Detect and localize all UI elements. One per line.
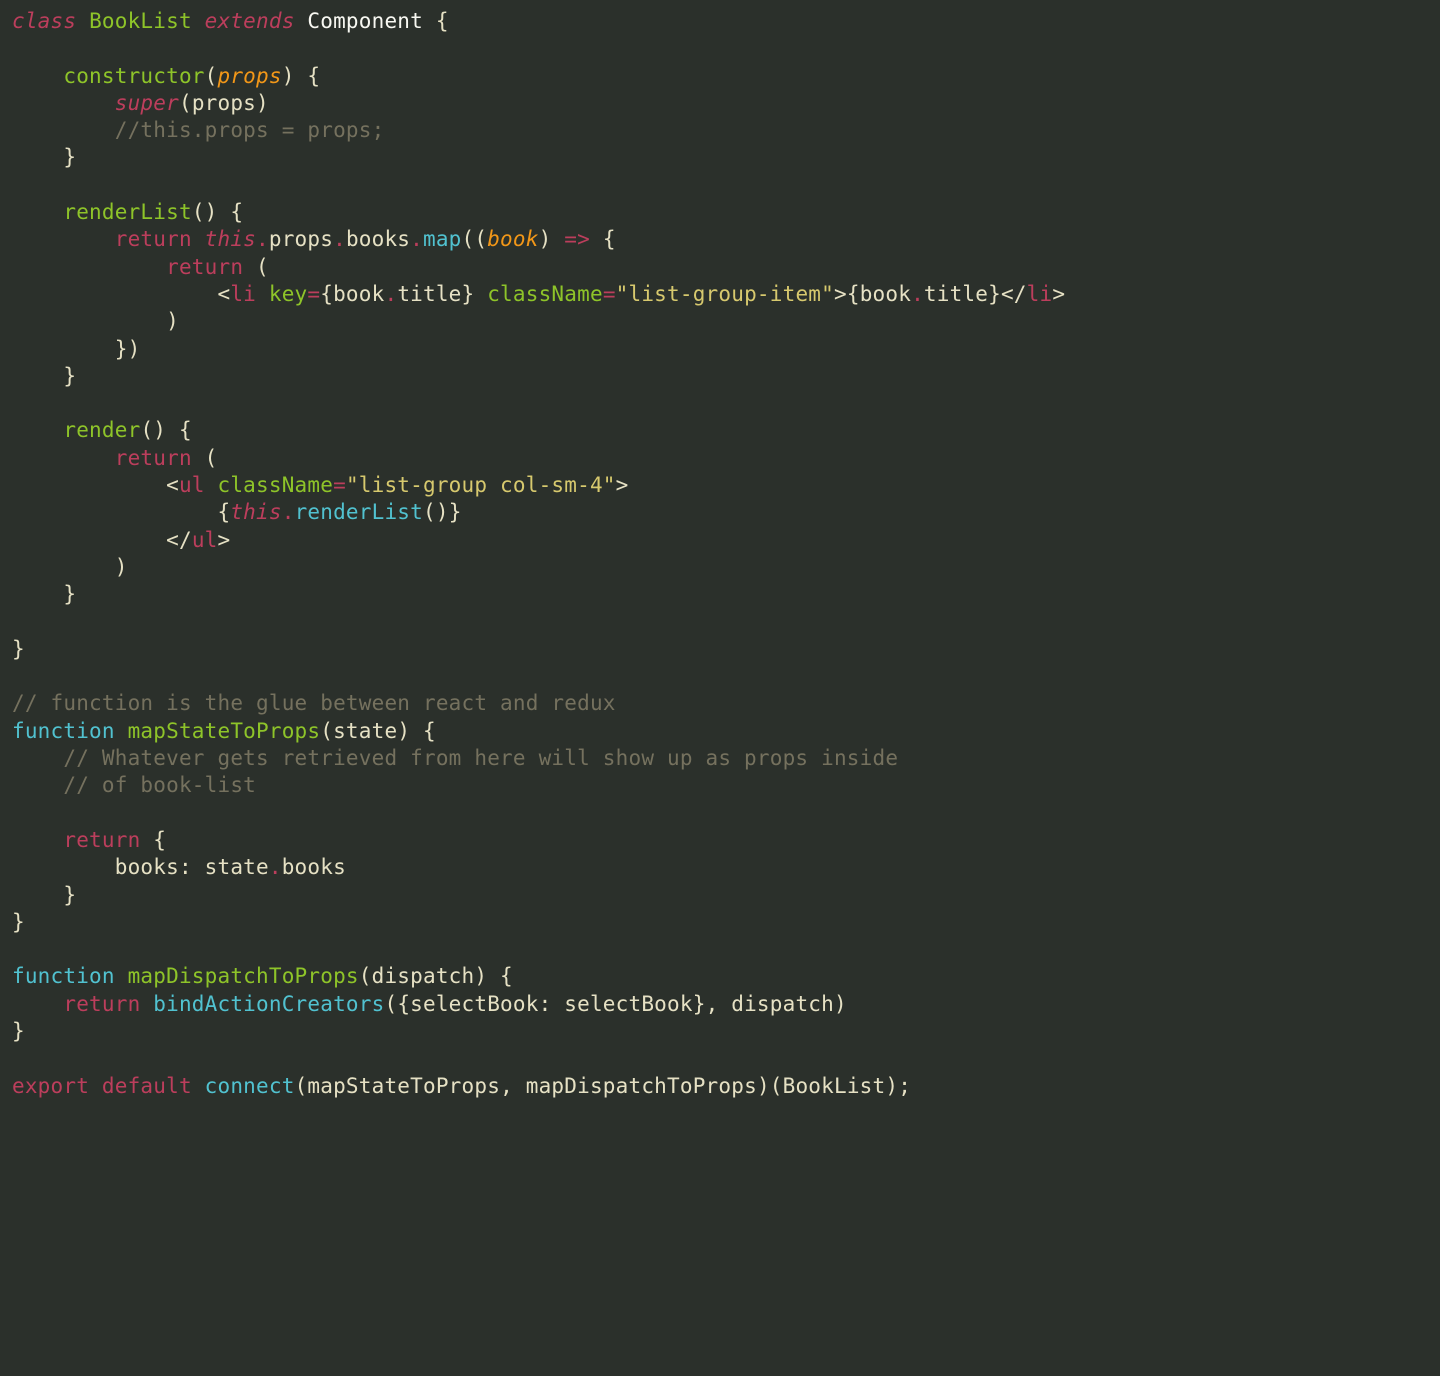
code-line: } <box>12 582 76 606</box>
code-line: } <box>12 910 25 934</box>
code-line: }) <box>12 337 140 361</box>
code-line: constructor(props) { <box>12 64 320 88</box>
code-line: // of book-list <box>12 773 256 797</box>
code-line: function mapDispatchToProps(dispatch) { <box>12 964 513 988</box>
code-line: {this.renderList()} <box>12 500 462 524</box>
code-line: </ul> <box>12 528 230 552</box>
code-line: // Whatever gets retrieved from here wil… <box>12 746 898 770</box>
code-line: return this.props.books.map((book) => { <box>12 227 616 251</box>
code-line: } <box>12 883 76 907</box>
code-line: return ( <box>12 446 218 470</box>
code-line: // function is the glue between react an… <box>12 691 616 715</box>
code-line: } <box>12 364 76 388</box>
code-line: //this.props = props; <box>12 118 384 142</box>
code-line: render() { <box>12 418 192 442</box>
code-line: ) <box>12 555 128 579</box>
code-line: <li key={book.title} className="list-gro… <box>12 282 1065 306</box>
code-line: <ul className="list-group col-sm-4"> <box>12 473 629 497</box>
code-line: } <box>12 1019 25 1043</box>
code-line: } <box>12 637 25 661</box>
code-line: books: state.books <box>12 855 346 879</box>
code-line: } <box>12 145 76 169</box>
code-editor[interactable]: class BookList extends Component { const… <box>0 0 1440 1108</box>
code-line: function mapStateToProps(state) { <box>12 719 436 743</box>
code-line: return { <box>12 828 166 852</box>
code-line: super(props) <box>12 91 269 115</box>
code-line: ) <box>12 309 179 333</box>
code-line: return ( <box>12 255 269 279</box>
code-line: return bindActionCreators({selectBook: s… <box>12 992 847 1016</box>
code-line: renderList() { <box>12 200 243 224</box>
code-line: export default connect(mapStateToProps, … <box>12 1074 911 1098</box>
code-line: class BookList extends Component { <box>12 9 449 33</box>
